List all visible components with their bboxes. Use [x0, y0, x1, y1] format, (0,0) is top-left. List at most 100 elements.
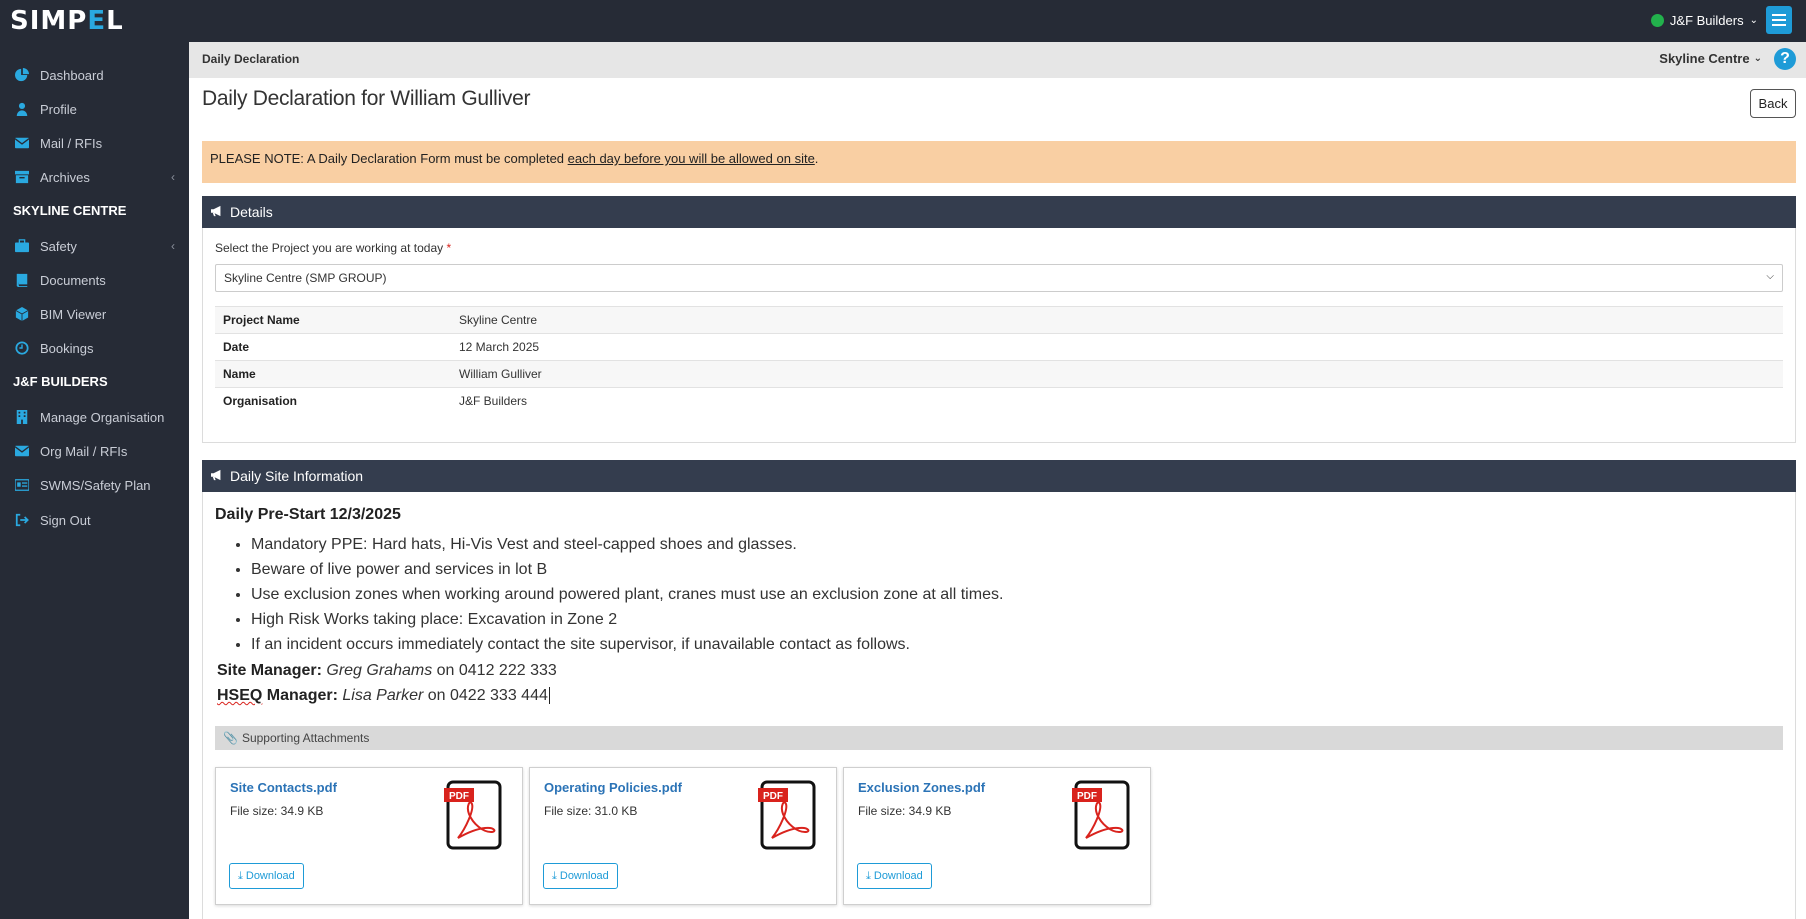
sidebar-section-org: J&F BUILDERS [13, 374, 108, 389]
pdf-badge: PDF [449, 791, 469, 802]
download-button[interactable]: ⤓ Download [543, 863, 618, 889]
table-row: Project Name Skyline Centre [215, 306, 1783, 334]
attachment-size: File size: 34.9 KB [230, 804, 324, 818]
table-value: J&F Builders [451, 387, 1783, 415]
table-key: Name [215, 360, 451, 388]
text-cursor [548, 687, 550, 704]
sidebar-item-safety[interactable]: Safety ‹ [0, 231, 189, 261]
project-select-label: Select the Project you are working at to… [215, 241, 451, 255]
main-content: Daily Declaration Skyline Centre ⌄ ? Dai… [189, 42, 1806, 919]
download-button[interactable]: ⤓ Download [857, 863, 932, 889]
notice-banner: PLEASE NOTE: A Daily Declaration Form mu… [202, 141, 1796, 183]
envelope-icon [14, 135, 30, 151]
contact-name: Lisa Parker [342, 687, 424, 704]
sidebar-item-label: BIM Viewer [40, 306, 107, 322]
cube-icon [14, 306, 30, 322]
list-item: High Risk Works taking place: Excavation… [251, 607, 1003, 632]
sidebar-item-documents[interactable]: Documents [0, 265, 189, 295]
list-item: Mandatory PPE: Hard hats, Hi-Vis Vest an… [251, 532, 1003, 557]
attachment-link[interactable]: Operating Policies.pdf [544, 780, 682, 795]
attachment-card: Site Contacts.pdf File size: 34.9 KB PDF… [215, 767, 523, 905]
sidebar-item-profile[interactable]: Profile [0, 94, 189, 124]
back-button[interactable]: Back [1750, 89, 1796, 118]
site-info-panel-header: Daily Site Information [202, 460, 1796, 492]
table-value: William Gulliver [451, 360, 1783, 388]
attachment-card: Operating Policies.pdf File size: 31.0 K… [529, 767, 837, 905]
download-icon: ⤓ [238, 869, 243, 882]
sidebar-item-label: Bookings [40, 340, 94, 356]
hamburger-menu-button[interactable] [1766, 6, 1792, 34]
sidebar-item-swms-safety-plan[interactable]: SWMS/Safety Plan [0, 470, 189, 500]
sidebar-item-mail-rfis[interactable]: Mail / RFIs [0, 128, 189, 158]
contact-name: Greg Grahams [326, 662, 433, 679]
sidebar-item-label: Sign Out [40, 512, 91, 528]
download-label: Download [873, 870, 923, 882]
id-card-icon [14, 477, 30, 493]
logo-text-end: L [106, 6, 124, 36]
hseq-manager-contact: HSEQ Manager: Lisa Parker on 0422 333 44… [217, 687, 550, 705]
archive-icon [14, 169, 30, 185]
table-row: Organisation J&F Builders [215, 387, 1783, 415]
project-select-value: Skyline Centre (SMP GROUP) [224, 271, 387, 285]
logo-text-start: SIMP [10, 6, 88, 36]
sidebar-section-project: SKYLINE CENTRE [13, 203, 127, 218]
download-button[interactable]: ⤓ Download [229, 863, 304, 889]
attachment-card: Exclusion Zones.pdf File size: 34.9 KB P… [843, 767, 1151, 905]
org-switcher[interactable]: J&F Builders ⌄ [1650, 13, 1758, 28]
site-switcher[interactable]: Skyline Centre ⌄ [1659, 51, 1762, 66]
project-select[interactable]: Skyline Centre (SMP GROUP) ⌵ [215, 264, 1783, 292]
chevron-left-icon: ‹ [171, 239, 175, 253]
sidebar-item-label: Safety [40, 238, 77, 254]
contact-role: Manager: [262, 687, 338, 704]
help-icon[interactable]: ? [1774, 48, 1796, 70]
attachment-size: File size: 34.9 KB [858, 804, 952, 818]
sidebar-item-archives[interactable]: Archives ‹ [0, 162, 189, 192]
required-mark: * [446, 241, 452, 255]
sidebar: Dashboard Profile Mail / RFIs Archives ‹… [0, 42, 189, 919]
sidebar-item-label: Profile [40, 101, 77, 117]
notice-link[interactable]: each day before you will be allowed on s… [568, 151, 815, 166]
attachments-label: Supporting Attachments [241, 731, 370, 745]
list-item: Beware of live power and services in lot… [251, 557, 1003, 582]
contact-role-abbrev: HSEQ [217, 687, 263, 704]
table-key: Project Name [215, 306, 451, 334]
prestart-bullet-list: Mandatory PPE: Hard hats, Hi-Vis Vest an… [251, 532, 1003, 657]
chevron-left-icon: ‹ [171, 170, 175, 184]
sidebar-item-sign-out[interactable]: Sign Out [0, 505, 189, 535]
site-manager-contact: Site Manager: Greg Grahams on 0412 222 3… [217, 662, 557, 680]
contact-role: Site Manager: [217, 662, 322, 679]
download-icon: ⤓ [552, 869, 557, 882]
megaphone-icon [210, 204, 224, 220]
download-icon: ⤓ [866, 869, 871, 882]
pdf-file-icon: PDF [758, 780, 816, 850]
sidebar-item-label: Mail / RFIs [40, 135, 103, 151]
table-key: Date [215, 333, 451, 361]
clock-icon [14, 340, 30, 356]
sidebar-item-label: SWMS/Safety Plan [40, 477, 151, 493]
contact-phone: on 0412 222 333 [436, 662, 557, 679]
site-switcher-label: Skyline Centre [1659, 51, 1750, 66]
details-panel-body: Select the Project you are working at to… [202, 228, 1796, 443]
project-select-label-text: Select the Project you are working at to… [215, 241, 444, 255]
chevron-down-icon: ⌄ [1753, 53, 1762, 64]
chevron-down-icon: ⌵ [1766, 271, 1774, 282]
sidebar-item-dashboard[interactable]: Dashboard [0, 60, 189, 90]
logo-text-e: E [87, 6, 107, 36]
sidebar-item-org-mail-rfis[interactable]: Org Mail / RFIs [0, 436, 189, 466]
sidebar-item-bim-viewer[interactable]: BIM Viewer [0, 299, 189, 329]
sidebar-item-label: Org Mail / RFIs [40, 443, 128, 459]
sidebar-item-manage-organisation[interactable]: Manage Organisation [0, 402, 189, 432]
sidebar-item-bookings[interactable]: Bookings [0, 333, 189, 363]
breadcrumb: Daily Declaration [202, 52, 300, 66]
attachment-link[interactable]: Exclusion Zones.pdf [858, 780, 985, 795]
briefcase-icon [14, 238, 30, 254]
attachment-size: File size: 31.0 KB [544, 804, 638, 818]
pie-chart-icon [14, 67, 30, 83]
attachment-link[interactable]: Site Contacts.pdf [230, 780, 337, 795]
list-item: If an incident occurs immediately contac… [251, 632, 1003, 657]
table-key: Organisation [215, 387, 451, 415]
simpel-logo[interactable]: SIMPEL [10, 6, 124, 36]
pdf-file-icon: PDF [1072, 780, 1130, 850]
contact-phone: on 0422 333 444 [427, 687, 548, 704]
sidebar-item-label: Archives [40, 169, 90, 185]
